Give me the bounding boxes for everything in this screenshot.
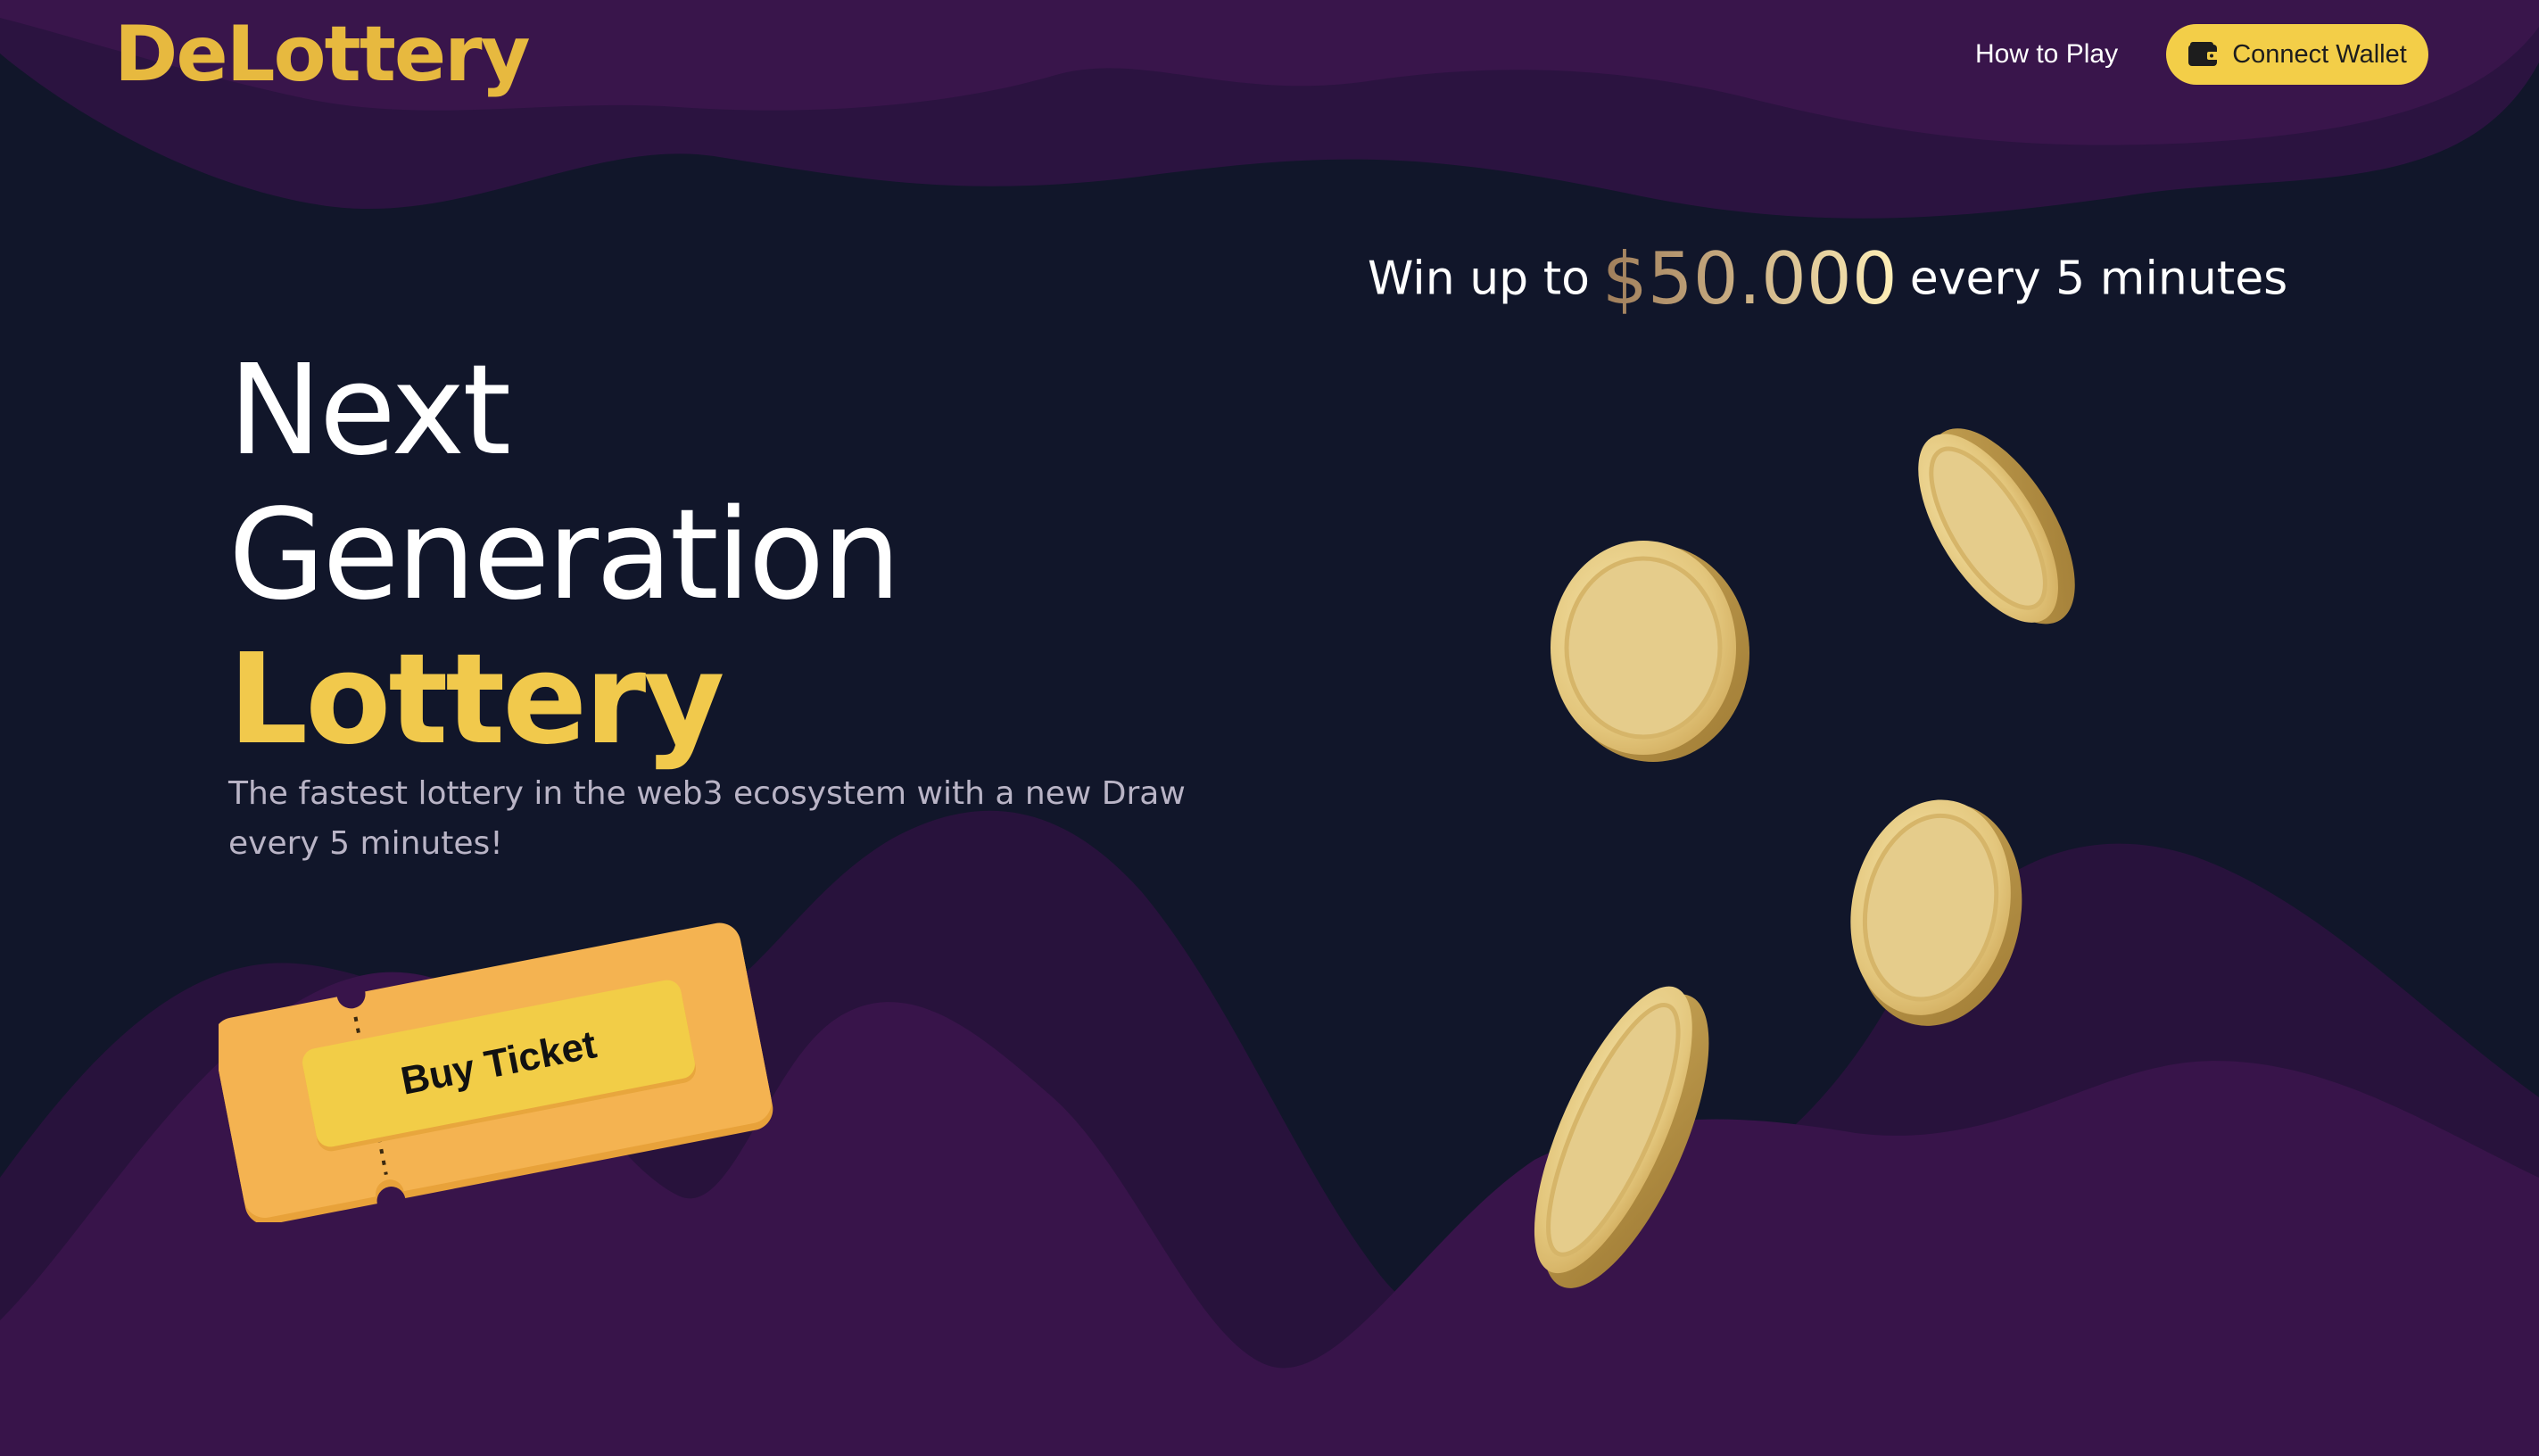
headline-line-lottery: Lottery <box>228 627 725 773</box>
hero-subtitle: The fastest lottery in the web3 ecosyste… <box>228 775 1186 862</box>
ticket-graphic: Buy Ticket <box>219 901 781 1222</box>
coin-3 <box>1850 799 2022 1026</box>
connect-wallet-label: Connect Wallet <box>2232 39 2407 69</box>
coin-1 <box>1551 541 1749 762</box>
win-amount: $50.000 <box>1601 236 1898 320</box>
coin-4 <box>1534 986 1709 1288</box>
win-promo: Win up to $50.000 every 5 minutes <box>1368 225 2287 333</box>
connect-wallet-button[interactable]: Connect Wallet <box>2166 24 2428 85</box>
headline-line-next: Next <box>228 338 511 484</box>
coin-2 <box>1918 428 2075 625</box>
headline-line-generation: Generation <box>228 483 901 628</box>
wallet-icon <box>2188 41 2220 68</box>
hero-headline: Next Generation Lottery <box>228 338 901 773</box>
win-prefix: Win up to <box>1368 252 1590 306</box>
buy-ticket-label: Buy Ticket <box>397 1022 600 1104</box>
win-suffix: every 5 minutes <box>1909 252 2288 306</box>
logo[interactable]: DeLottery <box>114 9 531 101</box>
nav-how-to-play[interactable]: How to Play <box>1975 36 2118 73</box>
